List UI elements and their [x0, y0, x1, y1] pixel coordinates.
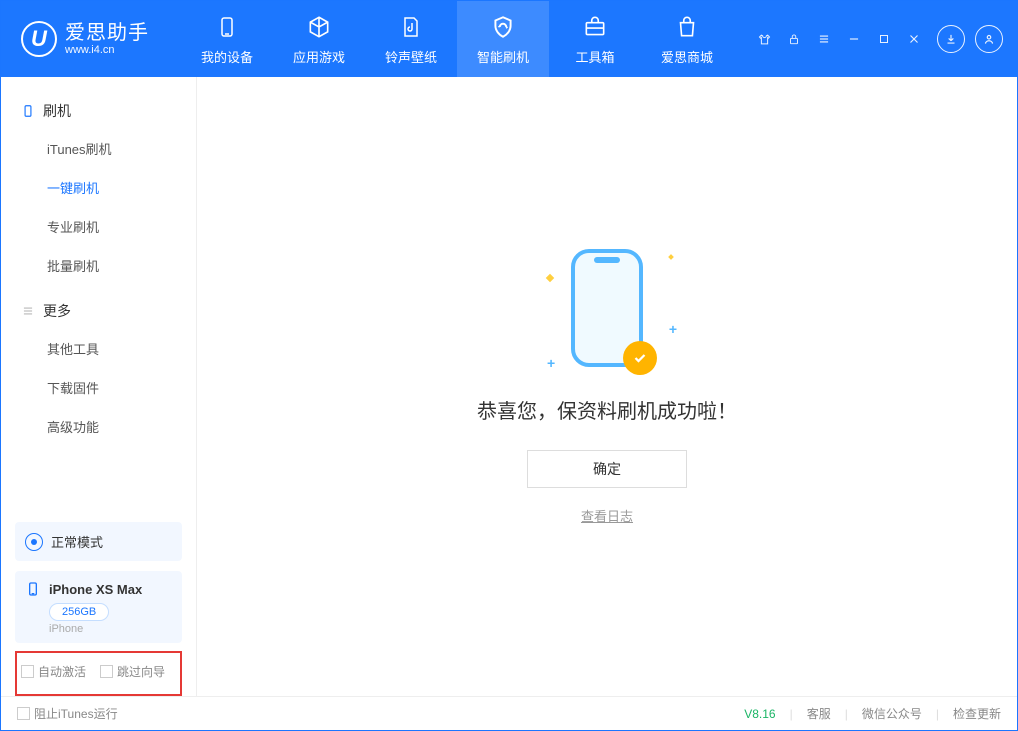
maximize-button[interactable]: [871, 26, 897, 52]
sidebar-item-download-firmware[interactable]: 下载固件: [1, 368, 196, 407]
device-card[interactable]: iPhone XS Max 256GB iPhone: [15, 571, 182, 643]
music-file-icon: [397, 13, 425, 41]
phone-icon: [213, 13, 241, 41]
bag-icon: [673, 13, 701, 41]
tab-label: 应用游戏: [293, 47, 345, 66]
mode-card[interactable]: 正常模式: [15, 522, 182, 561]
tab-ringtones-wallpapers[interactable]: 铃声壁纸: [365, 1, 457, 77]
sidebar: 刷机 iTunes刷机 一键刷机 专业刷机 批量刷机 更多 其他工具 下载固件 …: [1, 77, 197, 696]
sidebar-item-pro-flash[interactable]: 专业刷机: [1, 207, 196, 246]
check-badge-icon: [623, 341, 657, 375]
tshirt-icon[interactable]: [751, 26, 777, 52]
checkbox-icon: [21, 665, 34, 678]
window-controls: [751, 25, 1017, 53]
device-name: iPhone XS Max: [49, 582, 142, 597]
app-title: 爱思助手: [65, 22, 149, 44]
ok-button[interactable]: 确定: [527, 450, 687, 488]
download-button[interactable]: [937, 25, 965, 53]
tab-label: 工具箱: [575, 47, 614, 66]
titlebar: U 爱思助手 www.i4.cn 我的设备 应用游戏 铃声壁纸 智能刷机: [1, 1, 1017, 77]
tab-store[interactable]: 爱思商城: [641, 1, 733, 77]
app-url: www.i4.cn: [65, 44, 149, 56]
tab-toolbox[interactable]: 工具箱: [549, 1, 641, 77]
tab-my-device[interactable]: 我的设备: [181, 1, 273, 77]
check-update-link[interactable]: 检查更新: [953, 705, 1001, 722]
lock-icon[interactable]: [781, 26, 807, 52]
sidebar-group-title: 更多: [43, 301, 71, 321]
checkbox-icon: [100, 665, 113, 678]
checkbox-label: 跳过向导: [117, 663, 165, 680]
refresh-shield-icon: [489, 13, 517, 41]
tab-label: 铃声壁纸: [385, 47, 437, 66]
checkbox-label: 自动激活: [38, 663, 86, 680]
storage-badge: 256GB: [49, 603, 109, 621]
sidebar-item-advanced[interactable]: 高级功能: [1, 407, 196, 446]
tab-apps-games[interactable]: 应用游戏: [273, 1, 365, 77]
sidebar-item-itunes-flash[interactable]: iTunes刷机: [1, 129, 196, 168]
sidebar-group-more: 更多 其他工具 下载固件 高级功能: [1, 293, 196, 446]
sidebar-item-batch-flash[interactable]: 批量刷机: [1, 246, 196, 285]
checkbox-skip-guide[interactable]: 跳过向导: [100, 663, 165, 680]
list-icon: [21, 304, 35, 318]
sidebar-group-title: 刷机: [43, 101, 71, 121]
toolbox-icon: [581, 13, 609, 41]
tab-label: 我的设备: [201, 47, 253, 66]
sidebar-group-flash: 刷机 iTunes刷机 一键刷机 专业刷机 批量刷机: [1, 93, 196, 285]
minimize-button[interactable]: [841, 26, 867, 52]
logo-badge-icon: U: [21, 21, 57, 57]
app-logo: U 爱思助手 www.i4.cn: [1, 21, 169, 57]
statusbar: 阻止iTunes运行 V8.16 | 客服 | 微信公众号 | 检查更新: [1, 696, 1017, 730]
support-link[interactable]: 客服: [807, 705, 831, 722]
mode-label: 正常模式: [51, 532, 103, 551]
mode-icon: [25, 533, 43, 551]
highlighted-checkbox-row: 自动激活 跳过向导: [15, 651, 182, 696]
device-icon: [25, 581, 41, 597]
sidebar-item-oneclick-flash[interactable]: 一键刷机: [1, 168, 196, 207]
phone-small-icon: [21, 104, 35, 118]
close-button[interactable]: [901, 26, 927, 52]
wechat-link[interactable]: 微信公众号: [862, 705, 922, 722]
cube-icon: [305, 13, 333, 41]
content-area: + + 恭喜您，保资料刷机成功啦！ 确定 查看日志: [197, 77, 1017, 696]
tab-smart-flash[interactable]: 智能刷机: [457, 1, 549, 77]
checkbox-auto-activate[interactable]: 自动激活: [21, 663, 86, 680]
version-label: V8.16: [744, 707, 775, 721]
top-nav: 我的设备 应用游戏 铃声壁纸 智能刷机 工具箱 爱思商城: [181, 1, 733, 77]
menu-icon[interactable]: [811, 26, 837, 52]
success-message: 恭喜您，保资料刷机成功啦！: [477, 395, 737, 424]
tab-label: 爱思商城: [661, 47, 713, 66]
checkbox-icon: [17, 707, 30, 720]
sidebar-item-other-tools[interactable]: 其他工具: [1, 329, 196, 368]
device-subtitle: iPhone: [49, 623, 172, 635]
user-button[interactable]: [975, 25, 1003, 53]
checkbox-label: 阻止iTunes运行: [34, 705, 118, 722]
view-log-link[interactable]: 查看日志: [581, 506, 633, 525]
success-illustration: + +: [571, 249, 643, 367]
checkbox-block-itunes[interactable]: 阻止iTunes运行: [17, 705, 118, 722]
tab-label: 智能刷机: [477, 47, 529, 66]
